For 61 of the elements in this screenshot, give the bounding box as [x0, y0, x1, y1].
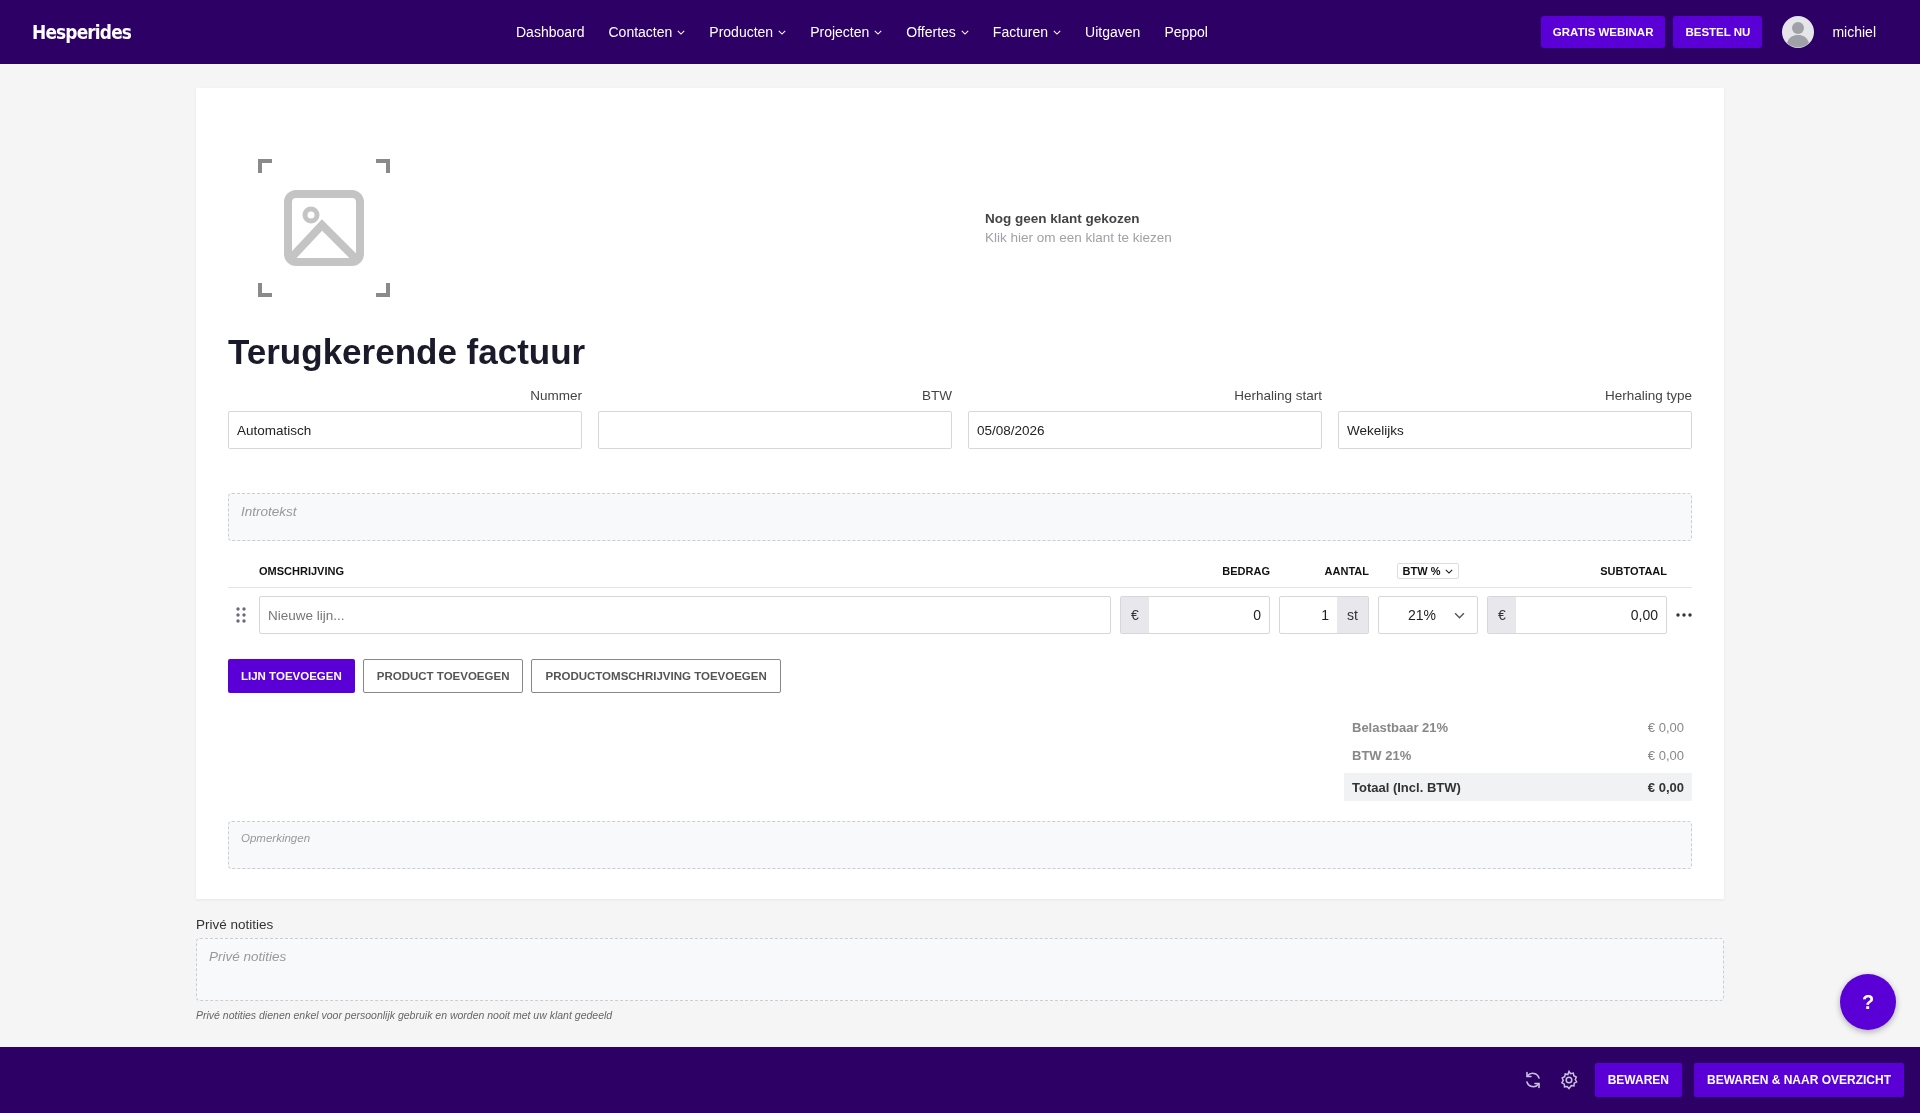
avatar-icon[interactable] [1782, 16, 1815, 48]
chevron-down-icon [677, 29, 686, 35]
subtotal-field: € 0,00 [1487, 596, 1667, 634]
chevron-down-icon [960, 29, 969, 35]
nav-button[interactable]: GRATIS WEBINAR [1540, 16, 1666, 48]
input-field[interactable] [598, 411, 952, 449]
settings-icon[interactable] [1558, 1070, 1579, 1090]
field-label: Herhaling type [1604, 388, 1692, 403]
total-label: Totaal (Incl. BTW) [1352, 779, 1461, 795]
column-dropdown[interactable]: BTW % [1396, 563, 1460, 579]
nav-link[interactable]: Facturen [992, 24, 1062, 40]
logo[interactable]: Hesperides [32, 20, 151, 44]
input-field[interactable]: 05/08/2026 [968, 411, 1322, 449]
nav-link[interactable]: Uitgaven [1085, 24, 1141, 40]
column-header: BEDRAG [1222, 565, 1270, 577]
total-value: € 0,00 [1647, 779, 1684, 795]
nav-link[interactable]: Offertes [906, 24, 969, 40]
help-button[interactable]: ? [1840, 974, 1896, 1030]
nav-link[interactable]: Dashboard [516, 24, 585, 40]
image-placeholder-icon[interactable] [258, 159, 390, 297]
save-button[interactable]: BEWAREN [1594, 1063, 1682, 1097]
total-value: € 0,00 [1647, 747, 1684, 763]
chevron-down-icon [778, 29, 787, 35]
client-title[interactable]: Nog geen klant gekozen [985, 211, 1172, 226]
user-name[interactable]: michiel [1832, 24, 1876, 40]
chevron-down-icon [1454, 611, 1465, 619]
add-line-button[interactable]: PRODUCT TOEVOEGEN [362, 659, 524, 693]
chevron-down-icon [1445, 568, 1454, 574]
save-button[interactable]: BEWAREN & NAAR OVERZICHT [1694, 1063, 1904, 1097]
input-field[interactable]: Automatisch [228, 411, 582, 449]
field-label: Nummer [530, 388, 582, 403]
chevron-down-icon [874, 29, 883, 35]
drag-handle-icon[interactable] [236, 607, 246, 623]
notes-label: Privé notities [196, 917, 275, 932]
total-value: € 0,00 [1647, 719, 1684, 735]
add-line-button[interactable]: PRODUCTOMSCHRIJVING TOEVOEGEN [531, 659, 781, 693]
quantity-field[interactable]: 1 st [1279, 596, 1369, 634]
field-label: Herhaling start [1234, 388, 1322, 403]
nav-link[interactable]: Producten [709, 24, 787, 40]
total-label: Belastbaar 21% [1352, 719, 1449, 735]
private-notes-field[interactable]: Privé notities [196, 938, 1724, 1001]
amount-field[interactable]: € 0 [1120, 596, 1270, 634]
add-line-button[interactable]: LIJN TOEVOEGEN [228, 659, 355, 693]
remarks-field[interactable]: Opmerkingen [228, 821, 1692, 869]
chevron-down-icon [1053, 29, 1062, 35]
more-options-icon[interactable] [1676, 613, 1692, 617]
field-label: BTW [922, 388, 952, 403]
nav-link[interactable]: Contacten [608, 24, 686, 40]
vat-select[interactable]: 21% [1378, 596, 1478, 634]
intro-text-field[interactable]: Introtekst [228, 493, 1692, 541]
input-field[interactable]: Wekelijks [1338, 411, 1692, 449]
total-label: BTW 21% [1352, 747, 1412, 763]
nav-link[interactable]: Peppol [1164, 24, 1208, 40]
column-header: OMSCHRIJVING [259, 565, 344, 577]
nav-button[interactable]: BESTEL NU [1673, 16, 1763, 48]
nav-link[interactable]: Projecten [810, 24, 883, 40]
column-header: SUBTOTAAL [1600, 565, 1667, 577]
description-field[interactable]: Nieuwe lijn... [259, 596, 1111, 634]
notes-hint: Privé notities dienen enkel voor persoonlijk gebruik en worden nooit met uw klant gedeeld [196, 1009, 614, 1021]
column-header: AANTAL [1324, 565, 1369, 577]
page-title: Terugkerende factuur [228, 332, 587, 372]
